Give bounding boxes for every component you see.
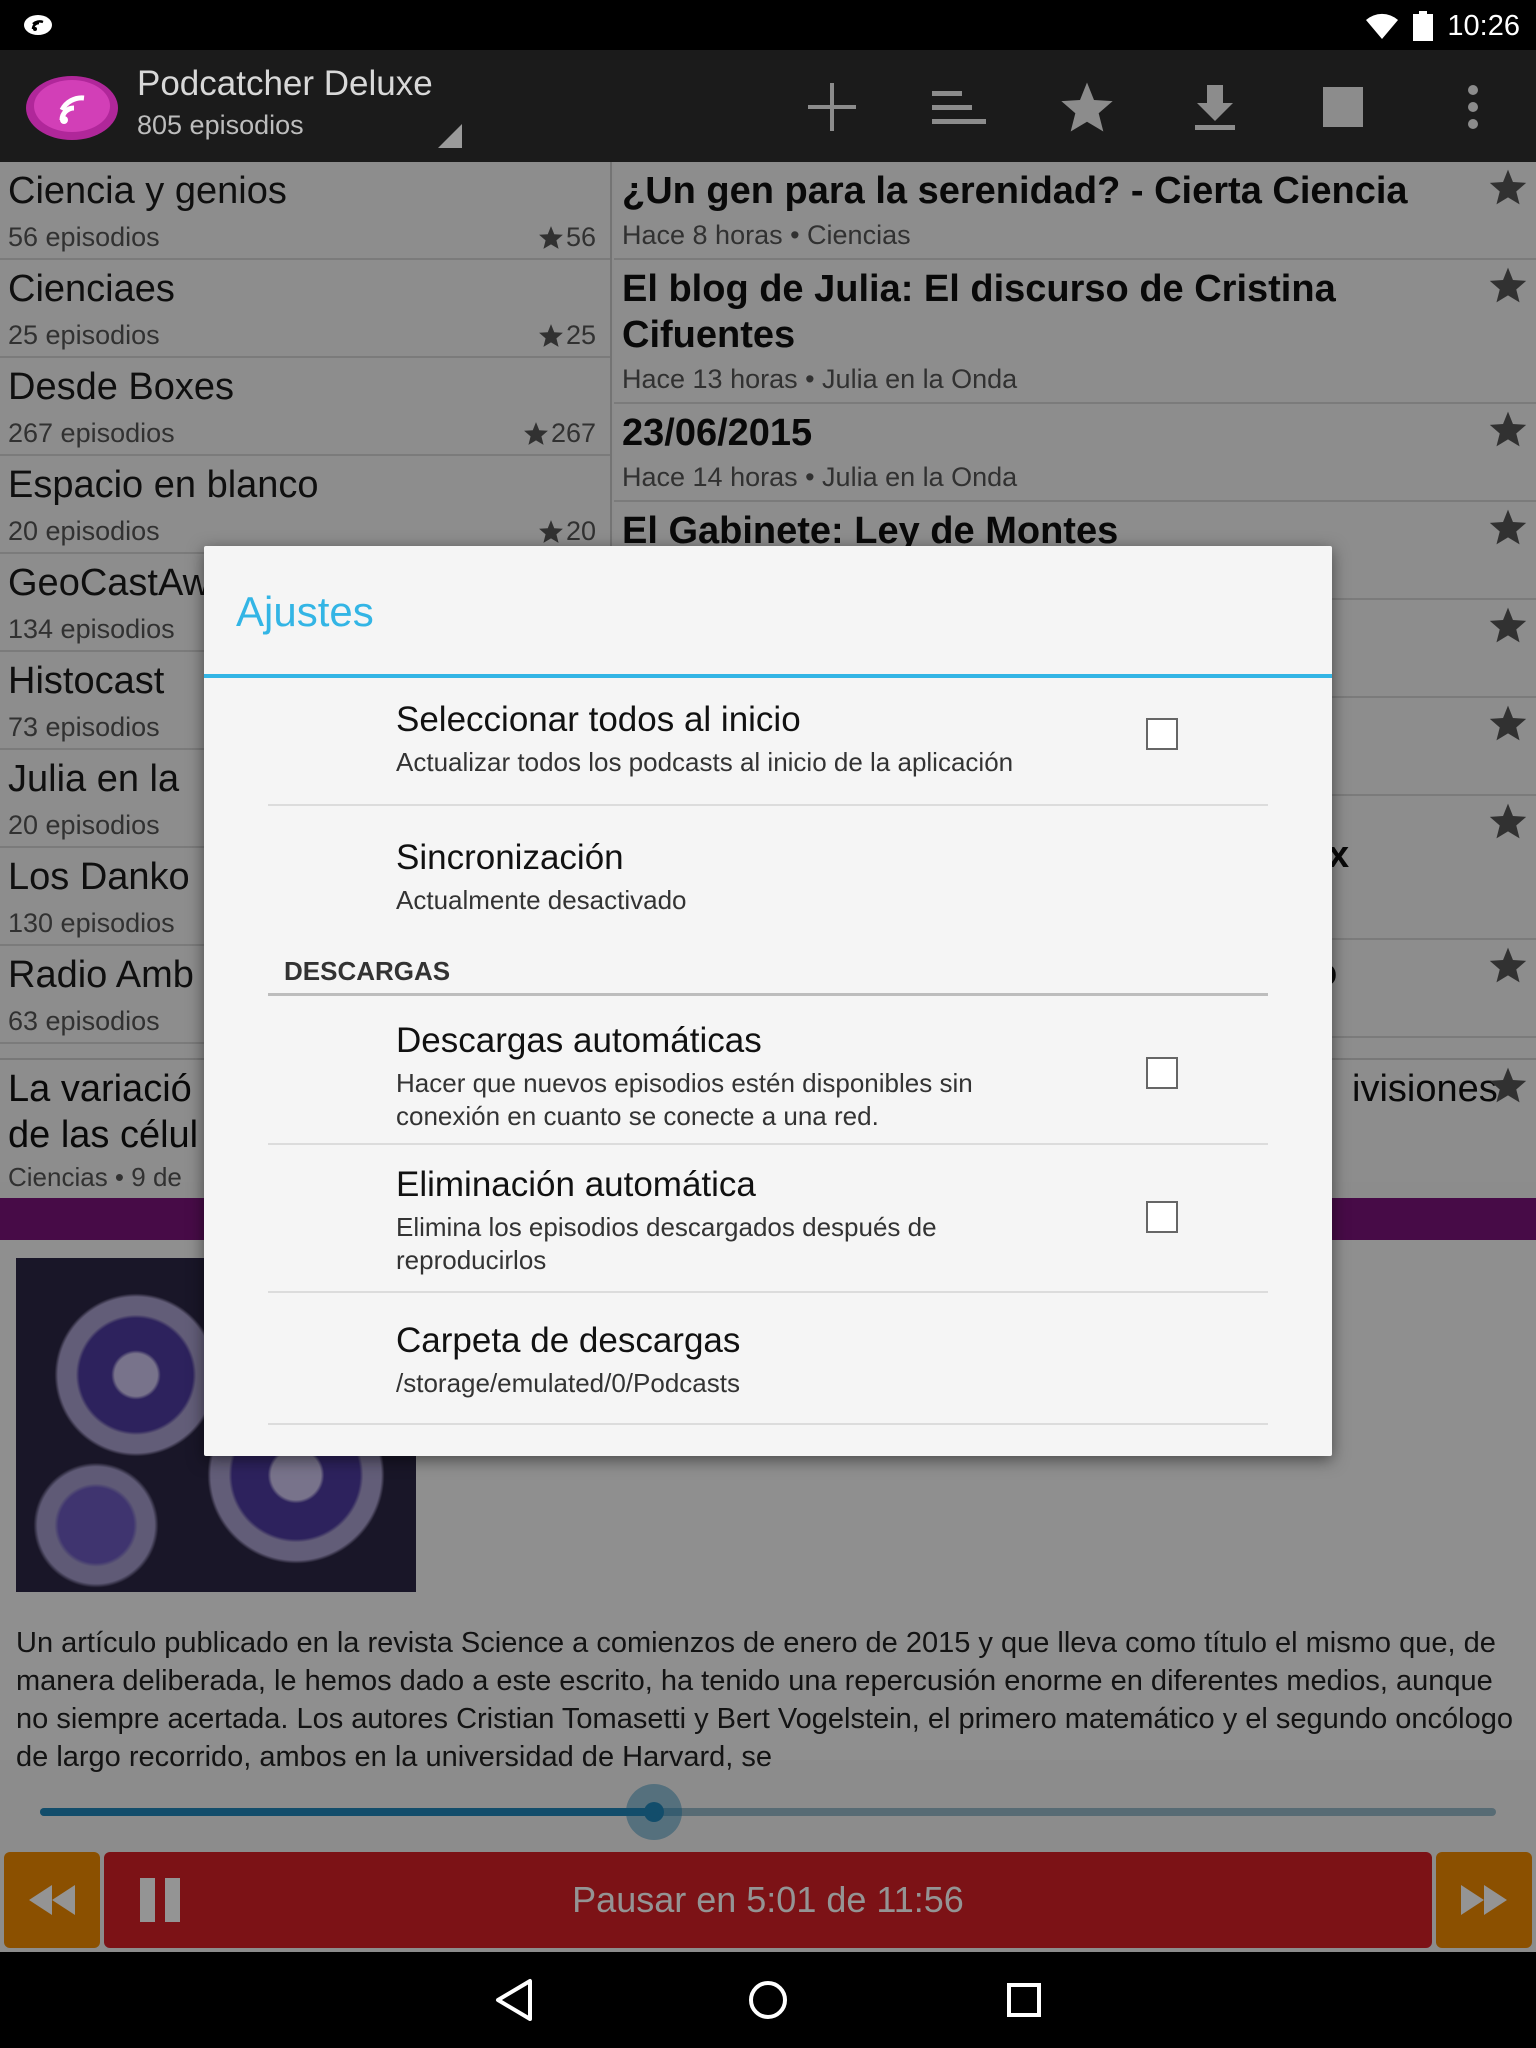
dialog-title: Ajustes [236,588,374,635]
stop-button[interactable] [1308,72,1378,142]
add-podcast-button[interactable] [797,72,867,142]
recents-button[interactable] [996,1972,1052,2028]
pref-title: Seleccionar todos al inicio [396,700,801,739]
pref-summary: Elimina los episodios descargados despué… [396,1212,937,1275]
pref-auto-delete[interactable]: Eliminación automática Elimina los episo… [268,1147,1268,1293]
pref-checkbox[interactable] [1146,1201,1178,1233]
settings-dialog: Ajustes Seleccionar todos al inicio Actu… [204,546,1332,1456]
pref-checkbox[interactable] [1146,1057,1178,1089]
pref-checkbox[interactable] [1146,718,1178,750]
stop-icon [1323,87,1363,127]
back-icon [496,1979,532,2021]
back-button[interactable] [486,1972,542,2028]
favorites-button[interactable] [1052,72,1122,142]
pref-summary: Actualmente desactivado [396,885,687,915]
wifi-icon [1366,13,1399,40]
app-logo-icon[interactable] [24,68,120,144]
downloads-button[interactable] [1180,72,1250,142]
clock: 10:26 [1447,9,1520,42]
download-icon [1195,85,1235,130]
podcast-notification-icon [24,15,52,35]
recents-icon [1007,1983,1041,2017]
status-bar: 10:26 [0,0,1536,50]
pref-download-folder[interactable]: Carpeta de descargas /storage/emulated/0… [268,1295,1268,1425]
add-icon [808,83,856,131]
home-button[interactable] [740,1972,796,2028]
overflow-menu-button[interactable] [1438,72,1508,142]
dialog-title-divider [204,674,1332,678]
pref-title: Eliminación automática [396,1165,756,1204]
star-icon [1061,82,1113,132]
sort-icon [932,91,986,124]
pref-title: Carpeta de descargas [396,1321,741,1360]
pref-title: Descargas automáticas [396,1021,762,1060]
navigation-bar [0,1952,1536,2048]
pref-title: Sincronización [396,838,624,877]
pref-summary: /storage/emulated/0/Podcasts [396,1368,740,1398]
dropdown-indicator-icon[interactable] [438,124,462,148]
episode-count[interactable]: 805 episodios [137,110,304,141]
pref-auto-download[interactable]: Descargas automáticas Hacer que nuevos e… [268,999,1268,1145]
pref-category-downloads: DESCARGAS [268,952,1268,996]
app-bar: Podcatcher Deluxe 805 episodios [0,50,1536,162]
pref-summary: Hacer que nuevos episodios estén disponi… [396,1068,973,1131]
overflow-menu-icon [1468,85,1478,129]
pref-summary: Actualizar todos los podcasts al inicio … [396,747,1014,777]
home-icon [749,1981,787,2019]
pref-select-all-on-start[interactable]: Seleccionar todos al inicio Actualizar t… [268,696,1268,806]
sort-button[interactable] [924,72,994,142]
pref-sync[interactable]: Sincronización Actualmente desactivado [268,808,1268,934]
battery-icon [1413,11,1434,41]
app-title[interactable]: Podcatcher Deluxe [137,64,433,104]
pref-category-label: DESCARGAS [284,956,451,986]
